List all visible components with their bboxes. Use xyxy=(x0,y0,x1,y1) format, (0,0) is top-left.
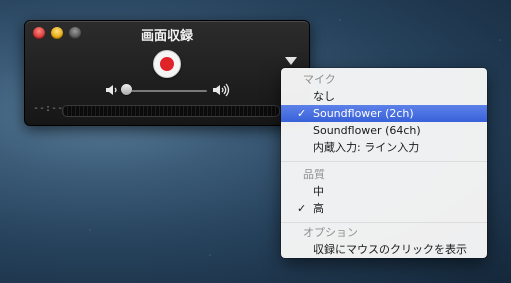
volume-slider-track[interactable] xyxy=(123,90,207,92)
checkmark-icon: ✓ xyxy=(297,202,307,215)
triangle-down-icon[interactable] xyxy=(284,56,298,66)
audio-level-meter xyxy=(62,105,280,117)
menu-item-label: Soundflower (2ch) xyxy=(313,107,414,120)
elapsed-time: --:-- xyxy=(33,103,64,114)
menu-item-label: 高 xyxy=(313,202,324,215)
menu-item-mic-soundflower-64ch[interactable]: Soundflower (64ch) xyxy=(281,122,487,139)
menu-header-microphone: マイク xyxy=(303,73,336,86)
menu-item-quality-medium[interactable]: 中 xyxy=(281,183,487,200)
menu-item-mic-soundflower-2ch[interactable]: ✓ Soundflower (2ch) xyxy=(281,105,487,122)
menu-item-label: 中 xyxy=(313,185,324,198)
record-button[interactable] xyxy=(153,50,181,78)
menu-separator xyxy=(281,222,487,223)
window-title: 画面収録 xyxy=(140,29,193,44)
menu-item-label: なし xyxy=(313,90,335,103)
volume-slider-knob[interactable] xyxy=(121,84,132,95)
record-icon xyxy=(160,57,174,71)
menu-item-label: Soundflower (64ch) xyxy=(313,124,421,137)
menu-item-mic-line-in[interactable]: 内蔵入力: ライン入力 xyxy=(281,139,487,156)
speaker-high-icon xyxy=(213,83,230,97)
menu-item-show-mouse-clicks[interactable]: 収録にマウスのクリックを表示 xyxy=(281,241,487,258)
menu-header-quality: 品質 xyxy=(303,168,325,181)
menu-item-mic-none[interactable]: なし xyxy=(281,88,487,105)
checkmark-icon: ✓ xyxy=(297,107,307,120)
menu-item-label: 内蔵入力: ライン入力 xyxy=(313,141,420,154)
options-menu: マイク なし ✓ Soundflower (2ch) Soundflower (… xyxy=(281,68,487,258)
menu-header-options: オプション xyxy=(303,226,358,239)
menu-item-label: 収録にマウスのクリックを表示 xyxy=(313,243,467,256)
menu-item-quality-high[interactable]: ✓ 高 xyxy=(281,200,487,217)
menu-separator xyxy=(281,161,487,162)
speaker-low-icon xyxy=(106,85,117,95)
screen-recording-window: 画面収録 --:-- xyxy=(24,20,310,126)
